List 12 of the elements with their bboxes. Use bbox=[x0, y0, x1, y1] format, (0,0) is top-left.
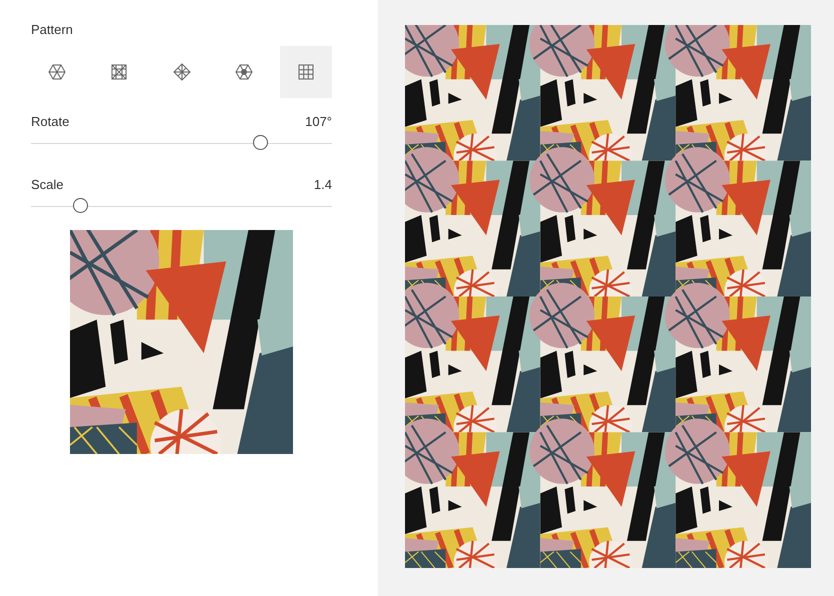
hexagon-icon bbox=[48, 64, 66, 80]
slider-label: Rotate bbox=[31, 114, 70, 129]
slider-value: 107° bbox=[305, 114, 332, 129]
slider-label: Scale bbox=[31, 177, 64, 192]
slider-thumb[interactable] bbox=[72, 198, 88, 213]
slider-value: 1.4 bbox=[314, 177, 332, 192]
section-label: Pattern bbox=[31, 22, 74, 37]
pattern-option[interactable] bbox=[280, 46, 332, 98]
grid-icon bbox=[298, 64, 314, 80]
slider-thumb[interactable] bbox=[253, 135, 268, 150]
octagon-icon bbox=[234, 64, 253, 80]
diamond-icon bbox=[172, 63, 190, 81]
